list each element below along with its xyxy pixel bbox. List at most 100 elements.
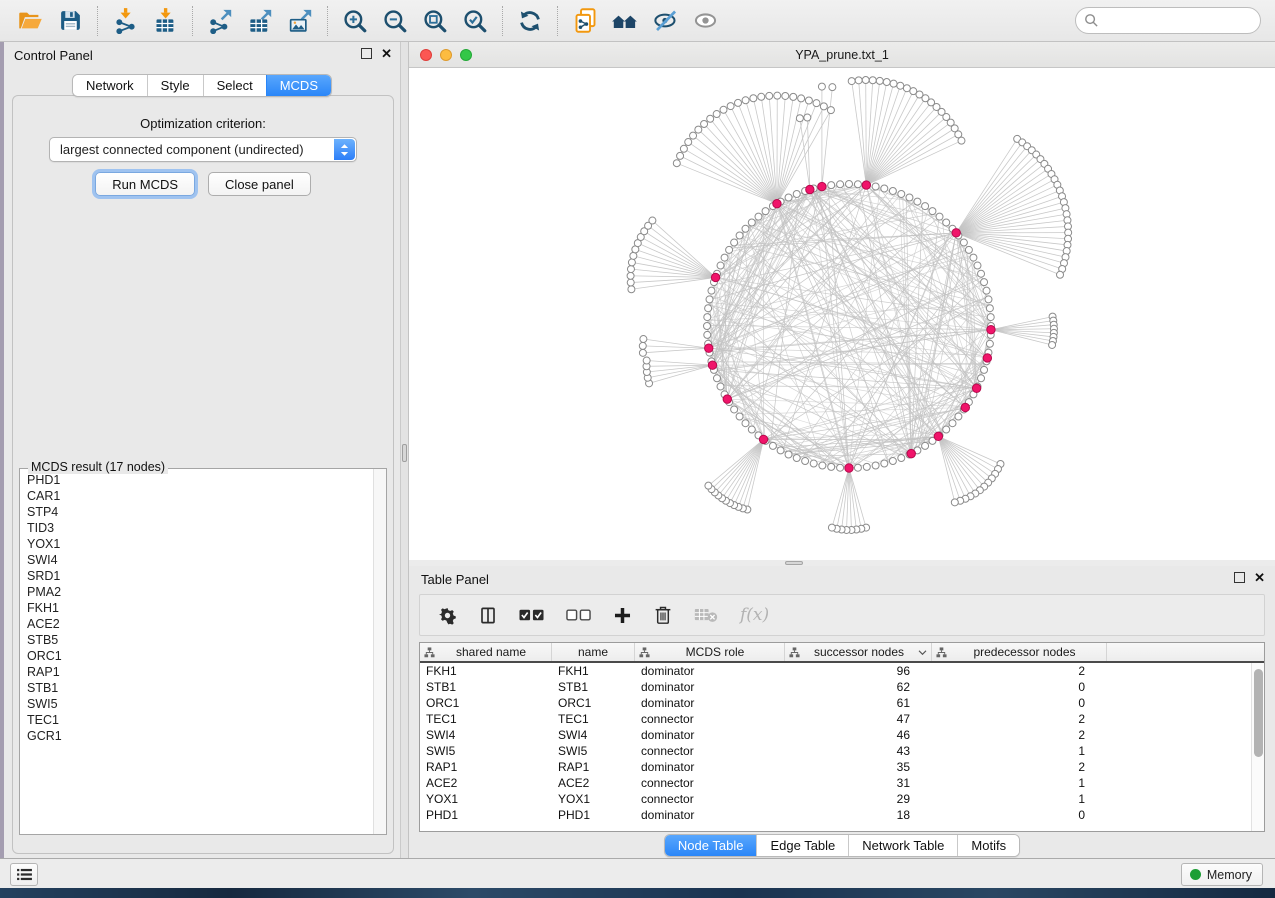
network-node[interactable] <box>943 426 950 433</box>
network-node[interactable] <box>627 266 634 273</box>
network-node[interactable] <box>848 78 855 85</box>
column-header-successor-nodes[interactable]: successor nodes <box>785 643 932 661</box>
mcds-node[interactable] <box>759 435 767 443</box>
mcds-result-item[interactable]: TID3 <box>21 520 372 536</box>
network-node[interactable] <box>985 296 992 303</box>
network-node[interactable] <box>755 213 762 220</box>
table-settings-button[interactable] <box>438 606 457 625</box>
network-node[interactable] <box>643 357 650 364</box>
table-row[interactable]: YOX1YOX1connector291 <box>420 791 1264 807</box>
close-table-panel-icon[interactable]: ✕ <box>1254 572 1265 583</box>
function-builder-button[interactable]: f(x) <box>740 605 769 625</box>
network-node[interactable] <box>720 106 727 113</box>
mcds-result-item[interactable]: PHD1 <box>21 472 372 488</box>
network-node[interactable] <box>949 420 956 427</box>
network-node[interactable] <box>774 92 781 99</box>
show-all-button[interactable] <box>685 3 725 39</box>
table-row[interactable]: ORC1ORC1dominator610 <box>420 695 1264 711</box>
mcds-node[interactable] <box>845 464 853 472</box>
network-node[interactable] <box>805 97 812 104</box>
network-node[interactable] <box>695 126 702 133</box>
mcds-node[interactable] <box>972 384 980 392</box>
task-history-button[interactable] <box>10 863 38 886</box>
network-node[interactable] <box>705 482 712 489</box>
mcds-node[interactable] <box>987 326 995 334</box>
network-node[interactable] <box>827 107 834 114</box>
network-node[interactable] <box>986 340 993 347</box>
network-node[interactable] <box>726 246 733 253</box>
save-session-button[interactable] <box>50 3 90 39</box>
mcds-node[interactable] <box>711 273 719 281</box>
select-all-button[interactable] <box>519 609 544 621</box>
tab-mcds[interactable]: MCDS <box>266 75 331 96</box>
network-node[interactable] <box>922 442 929 449</box>
network-node[interactable] <box>828 182 835 189</box>
network-node[interactable] <box>846 181 853 188</box>
mcds-node[interactable] <box>952 229 960 237</box>
network-node[interactable] <box>978 270 985 277</box>
network-view[interactable] <box>409 68 1275 560</box>
network-node[interactable] <box>628 286 635 293</box>
mcds-node[interactable] <box>806 185 814 193</box>
network-node[interactable] <box>628 259 635 266</box>
network-node[interactable] <box>951 499 958 506</box>
network-node[interactable] <box>727 103 734 110</box>
splitter-grip[interactable] <box>402 444 407 462</box>
network-node[interactable] <box>734 99 741 106</box>
memory-button[interactable]: Memory <box>1181 863 1263 886</box>
network-node[interactable] <box>958 137 965 144</box>
network-node[interactable] <box>890 80 897 87</box>
table-row[interactable]: ACE2ACE2connector311 <box>420 775 1264 791</box>
table-row[interactable]: SWI5SWI5connector431 <box>420 743 1264 759</box>
network-node[interactable] <box>881 185 888 192</box>
network-node[interactable] <box>863 463 870 470</box>
network-node[interactable] <box>705 305 712 312</box>
network-node[interactable] <box>855 77 862 84</box>
network-node[interactable] <box>750 95 757 102</box>
network-node[interactable] <box>713 375 720 382</box>
mcds-result-item[interactable]: STB1 <box>21 680 372 696</box>
network-node[interactable] <box>889 187 896 194</box>
table-scrollbar[interactable] <box>1251 663 1264 831</box>
deselect-all-button[interactable] <box>566 609 591 621</box>
open-file-button[interactable] <box>10 3 50 39</box>
mcds-node[interactable] <box>818 182 826 190</box>
close-panel-icon[interactable]: ✕ <box>381 48 392 59</box>
network-node[interactable] <box>862 77 869 84</box>
network-node[interactable] <box>721 254 728 261</box>
network-node[interactable] <box>889 458 896 465</box>
mcds-result-item[interactable]: PMA2 <box>21 584 372 600</box>
float-table-panel-icon[interactable] <box>1234 572 1245 583</box>
export-image-button[interactable] <box>280 3 320 39</box>
mcds-node[interactable] <box>773 199 781 207</box>
mcds-result-item[interactable]: STP4 <box>21 504 372 520</box>
network-node[interactable] <box>731 239 738 246</box>
tab-network[interactable]: Network <box>73 75 147 96</box>
network-node[interactable] <box>813 100 820 107</box>
network-node[interactable] <box>704 331 711 338</box>
network-node[interactable] <box>708 287 715 294</box>
network-node[interactable] <box>883 79 890 86</box>
network-node[interactable] <box>630 252 637 259</box>
network-node[interactable] <box>707 115 714 122</box>
mcds-result-item[interactable]: ACE2 <box>21 616 372 632</box>
network-node[interactable] <box>1049 341 1056 348</box>
network-node[interactable] <box>898 190 905 197</box>
mcds-result-item[interactable]: GCR1 <box>21 728 372 744</box>
mcds-node[interactable] <box>961 403 969 411</box>
network-node[interactable] <box>769 442 776 449</box>
network-node[interactable] <box>854 464 861 471</box>
network-node[interactable] <box>736 232 743 239</box>
network-node[interactable] <box>790 93 797 100</box>
network-node[interactable] <box>898 455 905 462</box>
network-node[interactable] <box>981 366 988 373</box>
network-node[interactable] <box>798 95 805 102</box>
network-node[interactable] <box>717 262 724 269</box>
network-node[interactable] <box>1057 271 1064 278</box>
mcds-node[interactable] <box>723 395 731 403</box>
network-node[interactable] <box>986 305 993 312</box>
zoom-selected-button[interactable] <box>455 3 495 39</box>
network-node[interactable] <box>818 83 825 90</box>
network-node[interactable] <box>690 132 697 139</box>
mcds-node[interactable] <box>907 449 915 457</box>
